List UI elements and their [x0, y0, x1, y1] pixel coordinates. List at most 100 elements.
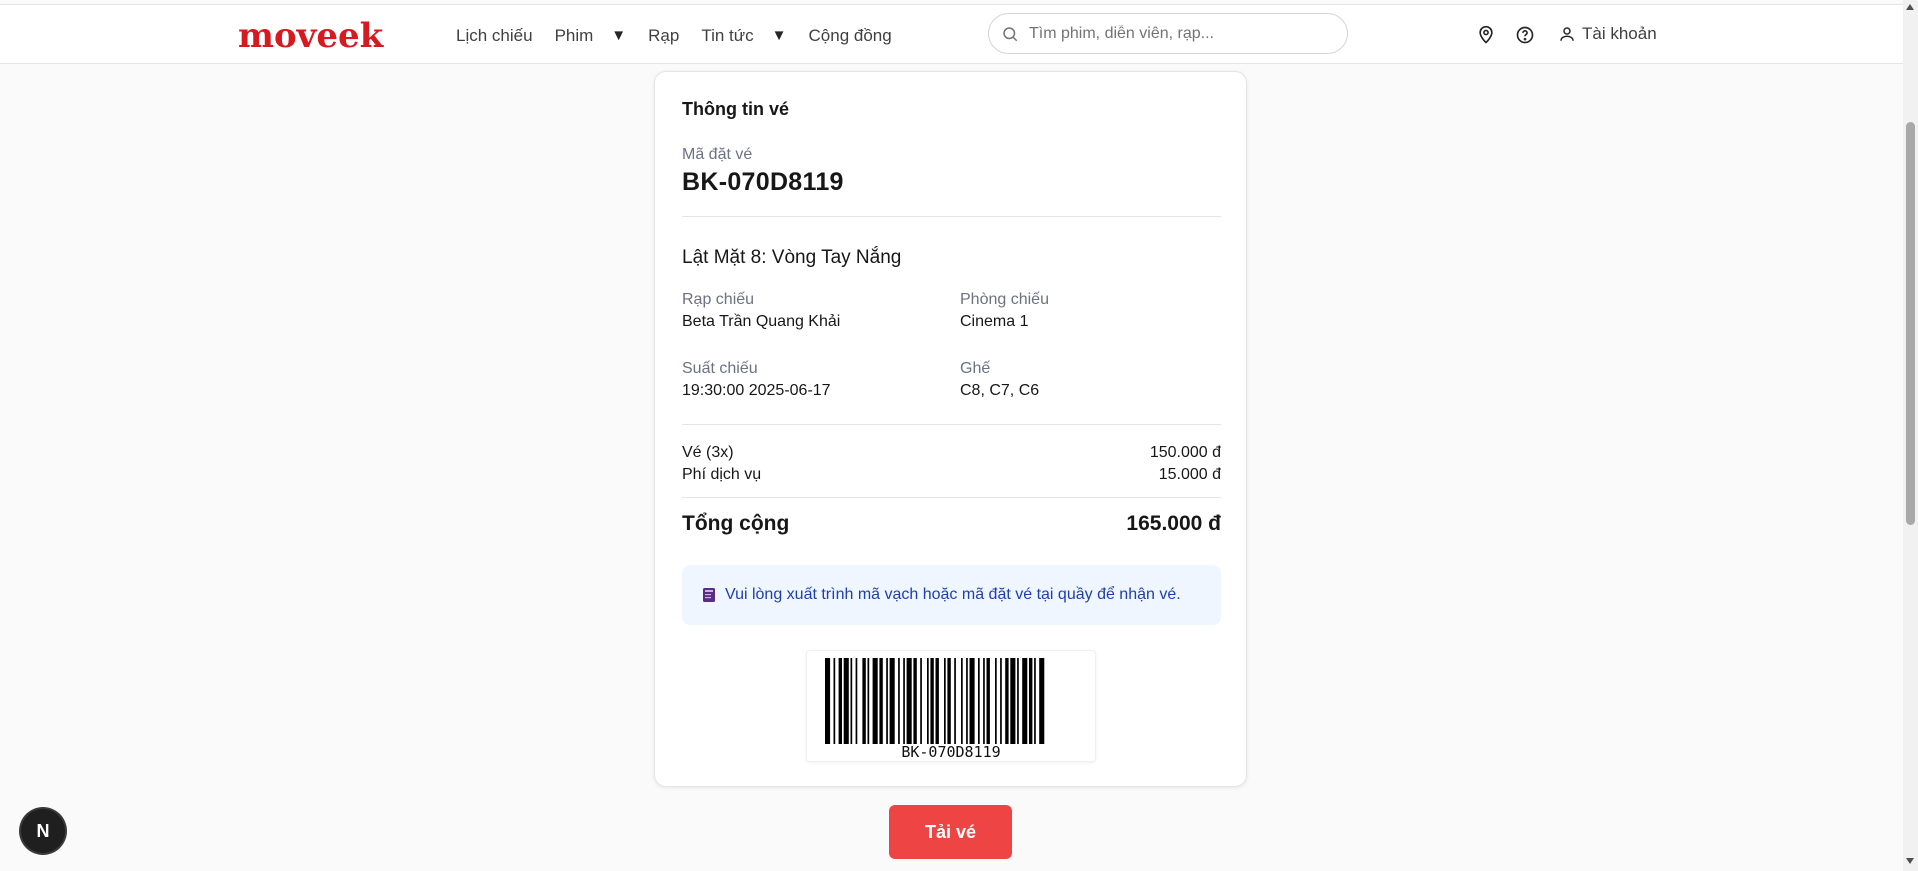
barcode-bar — [889, 658, 895, 744]
help-circle-icon[interactable] — [1515, 25, 1535, 45]
barcode-bar — [1022, 658, 1028, 744]
total-value: 165.000 đ — [1126, 512, 1221, 535]
user-icon — [1560, 27, 1574, 41]
barcode-bar — [1017, 658, 1019, 744]
divider — [682, 216, 1221, 217]
barcode-bar — [930, 658, 934, 744]
barcode-bar — [879, 658, 883, 744]
barcode-bar — [862, 658, 866, 744]
room-label: Phòng chiếu — [960, 291, 1049, 308]
barcode-bar — [833, 658, 836, 744]
barcode: BK-070D8119 — [806, 650, 1096, 762]
barcode-bar — [927, 658, 929, 744]
ticket-price-row: Vé (3x) 150.000 đ — [682, 442, 1221, 464]
barcode-bar — [920, 658, 922, 744]
search-icon — [1003, 26, 1018, 41]
barcode-image — [825, 658, 1045, 744]
nav-label: Lịch chiếu — [456, 26, 533, 45]
barcode-bar — [886, 658, 888, 744]
barcode-bar — [850, 658, 853, 744]
price-breakdown: Vé (3x) 150.000 đ Phí dịch vụ 15.000 đ — [682, 442, 1221, 486]
ticket-details: Rạp chiếu Beta Trần Quang Khải Phòng chi… — [682, 290, 1221, 402]
barcode-bar — [906, 658, 912, 744]
barcode-bar — [995, 658, 997, 744]
account-menu[interactable]: Tài khoản — [1558, 24, 1657, 44]
room-value: Cinema 1 — [960, 313, 1029, 330]
seat-value: C8, C7, C6 — [960, 382, 1040, 399]
search-input[interactable] — [1029, 24, 1329, 43]
barcode-bar — [867, 658, 870, 744]
nav-label: Tin tức — [701, 26, 754, 45]
room-detail: Phòng chiếu Cinema 1 — [960, 290, 1221, 333]
top-header: moveek Lịch chiếu Phim ▼ Rạp Tin tức ▼ C… — [0, 4, 1903, 64]
barcode-text: BK-070D8119 — [901, 743, 1001, 761]
barcode-bar — [843, 658, 849, 744]
barcode-bar — [954, 658, 956, 744]
nav-item-phim[interactable]: Phim ▼ — [555, 25, 627, 47]
barcode-bar — [935, 658, 939, 744]
cinema-label: Rạp chiếu — [682, 291, 755, 308]
total-row: Tổng cộng 165.000 đ — [682, 509, 1221, 539]
nav-item-cong-dong[interactable]: Cộng đồng — [809, 25, 892, 47]
barcode-bar — [969, 658, 975, 744]
total-label: Tổng cộng — [682, 512, 790, 535]
barcode-bar — [1005, 658, 1009, 744]
caret-down-icon: ▼ — [771, 27, 787, 44]
search-box[interactable] — [988, 13, 1348, 54]
barcode-bar — [903, 658, 905, 744]
divider — [682, 424, 1221, 425]
seat-detail: Ghế C8, C7, C6 — [960, 359, 1221, 402]
seat-label: Ghế — [960, 360, 991, 377]
barcode-bar — [898, 658, 900, 744]
location-pin-icon[interactable] — [1476, 25, 1496, 45]
ticket-card: Thông tin vé Mã đặt vé BK-070D8119 Lật M… — [654, 71, 1247, 787]
next-dev-badge[interactable]: N — [21, 809, 65, 853]
barcode-bar — [825, 658, 831, 744]
barcode-bar — [1029, 658, 1033, 744]
barcode-bar — [1039, 658, 1045, 744]
nav-label: Cộng đồng — [808, 26, 892, 45]
scroll-up-arrow[interactable] — [1906, 4, 1914, 10]
nav-item-tin-tuc[interactable]: Tin tức ▼ — [701, 25, 786, 47]
ticket-price-value: 150.000 đ — [1149, 444, 1221, 461]
barcode-bar — [872, 658, 878, 744]
barcode-bar — [978, 658, 980, 744]
barcode-bar — [913, 658, 917, 744]
booking-code-value: BK-070D8119 — [682, 168, 844, 196]
nav-item-lich-chieu[interactable]: Lịch chiếu — [456, 25, 533, 47]
divider — [682, 497, 1221, 498]
barcode-bar — [966, 658, 968, 744]
barcode-bar — [947, 658, 951, 744]
page: moveek Lịch chiếu Phim ▼ Rạp Tin tức ▼ C… — [0, 0, 1918, 871]
caret-down-icon: ▼ — [611, 27, 627, 44]
barcode-bar — [838, 658, 842, 744]
ticket-price-label: Vé (3x) — [682, 444, 734, 461]
showtime-label: Suất chiếu — [682, 360, 758, 377]
cinema-value: Beta Trần Quang Khải — [682, 313, 841, 330]
cinema-detail: Rạp chiếu Beta Trần Quang Khải — [682, 290, 960, 333]
barcode-bar — [961, 658, 963, 744]
service-fee-value: 15.000 đ — [1158, 466, 1221, 483]
barcode-bar — [944, 658, 946, 744]
service-fee-row: Phí dịch vụ 15.000 đ — [682, 464, 1221, 486]
site-logo[interactable]: moveek — [238, 19, 383, 53]
notice-text: Vui lòng xuất trình mã vạch hoặc mã đặt … — [725, 586, 1181, 603]
movie-title: Lật Mặt 8: Vòng Tay Nắng — [682, 247, 902, 268]
barcode-bar — [1010, 658, 1016, 744]
showtime-detail: Suất chiếu 19:30:00 2025-06-17 — [682, 359, 960, 402]
nav-label: Rạp — [648, 26, 680, 45]
scroll-down-arrow[interactable] — [1906, 858, 1914, 864]
account-label: Tài khoản — [1582, 24, 1657, 43]
showtime-value: 19:30:00 2025-06-17 — [682, 382, 831, 399]
scrollbar[interactable] — [1903, 0, 1918, 871]
nav-item-rap[interactable]: Rạp — [648, 25, 679, 47]
nav-label: Phim — [554, 26, 594, 45]
scroll-thumb[interactable] — [1906, 122, 1915, 525]
barcode-bar — [1034, 658, 1036, 744]
barcode-bar — [1000, 658, 1002, 744]
book-icon — [703, 588, 715, 602]
barcode-bar — [986, 658, 990, 744]
service-fee-label: Phí dịch vụ — [682, 466, 762, 483]
download-ticket-button[interactable]: Tải vé — [889, 805, 1012, 859]
barcode-bar — [855, 658, 858, 744]
